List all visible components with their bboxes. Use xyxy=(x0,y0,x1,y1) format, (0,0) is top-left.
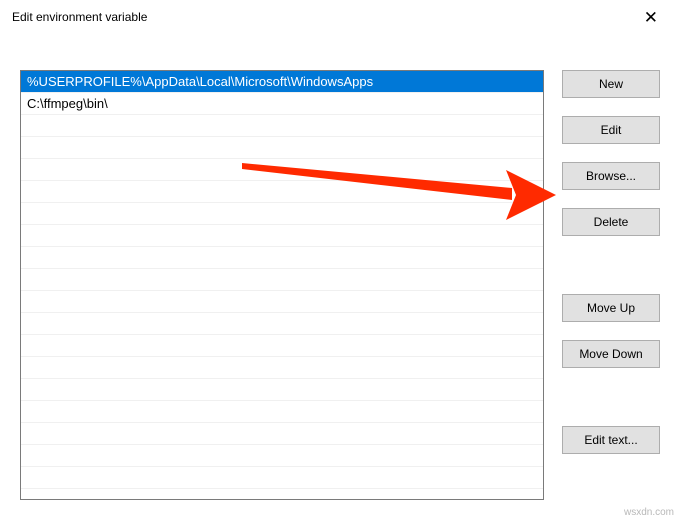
path-row[interactable] xyxy=(21,335,543,357)
path-row[interactable] xyxy=(21,137,543,159)
path-row[interactable] xyxy=(21,379,543,401)
browse-button[interactable]: Browse... xyxy=(562,162,660,190)
button-column: New Edit Browse... Delete Move Up Move D… xyxy=(562,70,660,510)
delete-button[interactable]: Delete xyxy=(562,208,660,236)
path-row[interactable] xyxy=(21,357,543,379)
dialog-content: %USERPROFILE%\AppData\Local\Microsoft\Wi… xyxy=(0,34,680,520)
new-button[interactable]: New xyxy=(562,70,660,98)
path-row[interactable] xyxy=(21,467,543,489)
window-title: Edit environment variable xyxy=(12,10,147,24)
path-row[interactable] xyxy=(21,423,543,445)
path-row[interactable]: %USERPROFILE%\AppData\Local\Microsoft\Wi… xyxy=(21,71,543,93)
path-row[interactable] xyxy=(21,115,543,137)
edit-text-button[interactable]: Edit text... xyxy=(562,426,660,454)
path-row[interactable] xyxy=(21,313,543,335)
path-row[interactable] xyxy=(21,225,543,247)
path-row[interactable]: C:\ffmpeg\bin\ xyxy=(21,93,543,115)
move-down-button[interactable]: Move Down xyxy=(562,340,660,368)
path-row[interactable] xyxy=(21,269,543,291)
path-listbox[interactable]: %USERPROFILE%\AppData\Local\Microsoft\Wi… xyxy=(20,70,544,500)
path-row[interactable] xyxy=(21,247,543,269)
titlebar: Edit environment variable ✕ xyxy=(0,0,680,34)
close-icon[interactable]: ✕ xyxy=(636,5,666,30)
path-row[interactable] xyxy=(21,291,543,313)
path-row[interactable] xyxy=(21,445,543,467)
path-row[interactable] xyxy=(21,401,543,423)
path-row[interactable] xyxy=(21,203,543,225)
path-row[interactable] xyxy=(21,159,543,181)
edit-button[interactable]: Edit xyxy=(562,116,660,144)
move-up-button[interactable]: Move Up xyxy=(562,294,660,322)
path-row[interactable] xyxy=(21,181,543,203)
watermark: wsxdn.com xyxy=(624,507,674,518)
